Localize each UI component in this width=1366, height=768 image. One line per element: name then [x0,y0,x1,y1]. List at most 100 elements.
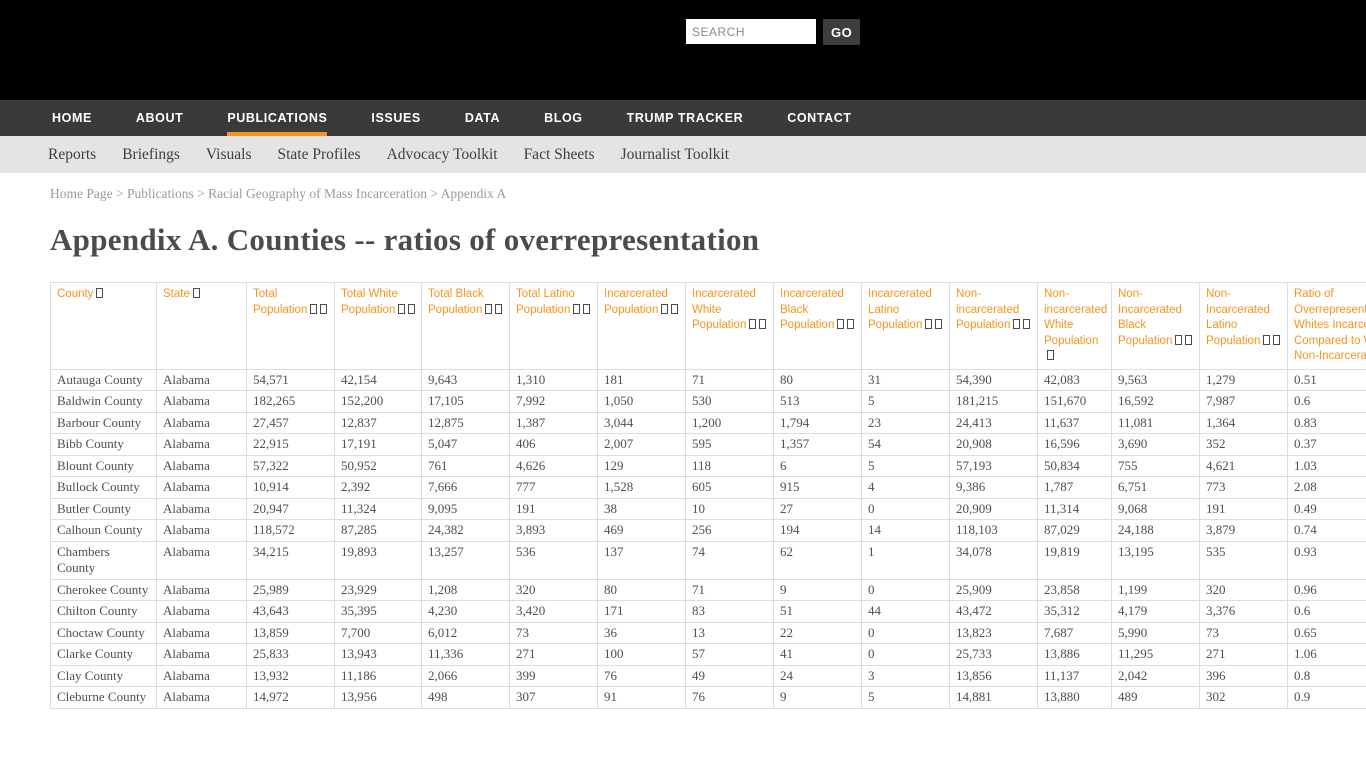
nav-item-home[interactable]: HOME [52,100,92,136]
data-cell: 20,909 [950,498,1038,520]
data-cell: 1,279 [1200,369,1288,391]
column-header-label: Total Latino Population [516,288,575,316]
sort-icon[interactable] [661,304,668,314]
data-cell: 535 [1200,541,1288,579]
data-cell: 7,987 [1200,391,1288,413]
column-header-total-white-population[interactable]: Total White Population [335,283,422,370]
column-header-incarcerated-population[interactable]: Incarcerated Population [598,283,686,370]
subnav-item-briefings[interactable]: Briefings [122,146,180,164]
sort-icon[interactable] [1023,319,1030,329]
sort-icon[interactable] [193,288,200,298]
column-header-total-latino-population[interactable]: Total Latino Population [510,283,598,370]
subnav-item-state-profiles[interactable]: State Profiles [277,146,360,164]
search-go-button[interactable]: GO [823,19,860,45]
data-cell: 54,390 [950,369,1038,391]
data-cell: 0.49 [1288,498,1366,520]
data-cell: 0.93 [1288,541,1366,579]
data-cell: 0 [862,622,950,644]
sort-icon[interactable] [749,319,756,329]
data-cell: 536 [510,541,598,579]
data-cell: 54 [862,434,950,456]
table-row-clay-county: Clay CountyAlabama13,93211,1862,06639976… [51,665,1366,687]
main-nav: HOME ABOUT PUBLICATIONS ISSUES DATA BLOG TRUMP… [0,100,1366,136]
column-header-label: County [57,288,93,300]
data-cell: 271 [1200,644,1288,666]
subnav-item-visuals[interactable]: Visuals [206,146,252,164]
nav-item-contact[interactable]: CONTACT [787,100,851,136]
sort-icon[interactable] [573,304,580,314]
data-cell: 83 [686,601,774,623]
sort-icon[interactable] [1013,319,1020,329]
data-cell: 87,029 [1038,520,1112,542]
subnav-item-reports[interactable]: Reports [48,146,96,164]
sort-icon[interactable] [495,304,502,314]
data-cell: 22 [774,622,862,644]
column-header-incarcerated-black-population[interactable]: Incarcerated Black Population [774,283,862,370]
data-cell: 0.83 [1288,412,1366,434]
column-header-label: Incarcerated White Population [692,288,756,331]
sort-icon[interactable] [1263,335,1270,345]
nav-item-data[interactable]: DATA [465,100,500,136]
data-cell: 73 [510,622,598,644]
column-header-incarcerated-white-population[interactable]: Incarcerated White Population [686,283,774,370]
sort-icon[interactable] [935,319,942,329]
sort-icon[interactable] [310,304,317,314]
data-cell: 0.51 [1288,369,1366,391]
sort-icon[interactable] [320,304,327,314]
sort-icon[interactable] [925,319,932,329]
column-header-non-incarcerated-black-population[interactable]: Non-Incarcerated Black Population [1112,283,1200,370]
nav-item-trump-tracker[interactable]: TRUMP TRACKER [627,100,744,136]
data-cell: 6,012 [422,622,510,644]
data-cell: 24,188 [1112,520,1200,542]
data-cell: 13,856 [950,665,1038,687]
sort-icon[interactable] [837,319,844,329]
sort-icon[interactable] [847,319,854,329]
subnav-item-fact-sheets[interactable]: Fact Sheets [524,146,595,164]
column-header-incarcerated-latino-population[interactable]: Incarcerated Latino Population [862,283,950,370]
sort-icon[interactable] [398,304,405,314]
data-cell: 3,879 [1200,520,1288,542]
nav-item-blog[interactable]: BLOG [544,100,583,136]
search-input[interactable] [686,19,816,44]
breadcrumb-link-publications[interactable]: Publications [127,186,194,201]
data-cell: 16,596 [1038,434,1112,456]
data-cell: 320 [1200,579,1288,601]
sort-icon[interactable] [1175,335,1182,345]
sort-icon[interactable] [583,304,590,314]
data-cell: 11,186 [335,665,422,687]
data-cell: 13,886 [1038,644,1112,666]
column-header-state[interactable]: State [157,283,247,370]
data-cell: 4,621 [1200,455,1288,477]
sort-icon[interactable] [485,304,492,314]
column-header-county[interactable]: County [51,283,157,370]
sort-icon[interactable] [96,288,103,298]
county-cell: Bullock County [51,477,157,499]
data-cell: 50,834 [1038,455,1112,477]
breadcrumb-link-home-page[interactable]: Home Page [50,186,113,201]
column-header-non-incarcerated-white-population[interactable]: Non-incarcerated White Population [1038,283,1112,370]
sort-icon[interactable] [759,319,766,329]
sort-icon[interactable] [1185,335,1192,345]
data-cell: Alabama [157,520,247,542]
sort-icon[interactable] [1047,350,1054,360]
subnav-item-advocacy-toolkit[interactable]: Advocacy Toolkit [387,146,498,164]
county-cell: Autauga County [51,369,157,391]
breadcrumb-link-racial-geography-of-mass-incarceration[interactable]: Racial Geography of Mass Incarceration [208,186,427,201]
column-header-total-black-population[interactable]: Total Black Population [422,283,510,370]
subnav-item-journalist-toolkit[interactable]: Journalist Toolkit [621,146,729,164]
column-header-non-incarcerated-latino-population[interactable]: Non-Incarcerated Latino Population [1200,283,1288,370]
data-cell: 80 [598,579,686,601]
column-header-total-population[interactable]: Total Population [247,283,335,370]
sort-icon[interactable] [408,304,415,314]
nav-item-publications[interactable]: PUBLICATIONS [227,100,327,136]
data-cell: 13,859 [247,622,335,644]
data-cell: 51 [774,601,862,623]
column-header-ratio-of-overrepresentation-of-whites-in[interactable]: Ratio of Overrepresentation of Whites In… [1288,283,1366,370]
nav-item-issues[interactable]: ISSUES [371,100,420,136]
nav-item-about[interactable]: ABOUT [136,100,183,136]
sort-icon[interactable] [1273,335,1280,345]
data-cell: 11,314 [1038,498,1112,520]
data-cell: 10,914 [247,477,335,499]
column-header-non-incarcerated-population[interactable]: Non-incarcerated Population [950,283,1038,370]
sort-icon[interactable] [671,304,678,314]
